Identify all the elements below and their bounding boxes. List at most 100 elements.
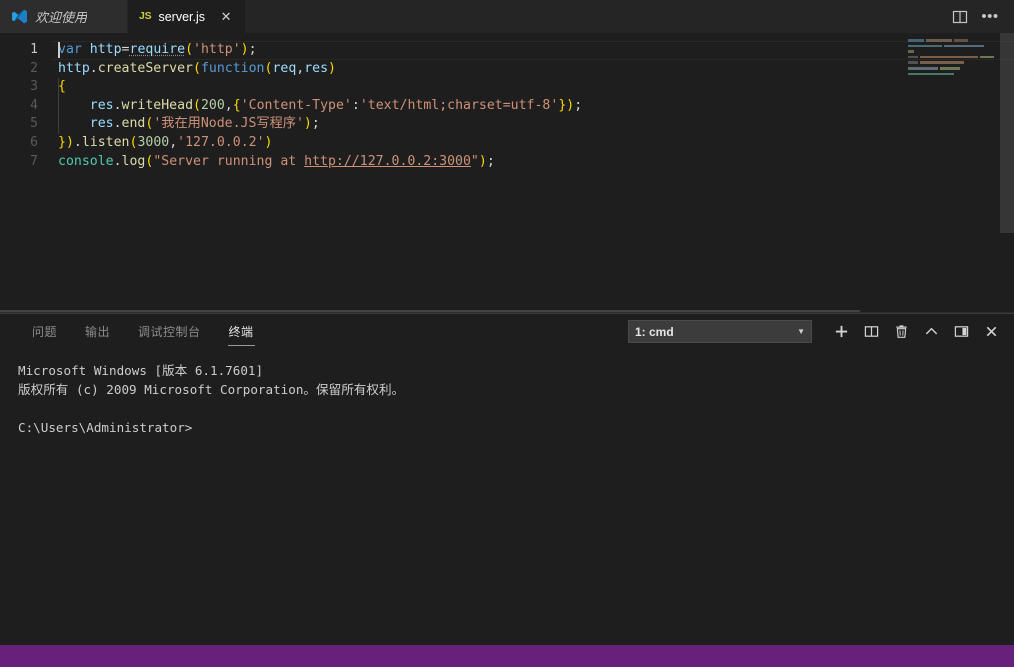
code-token: . (113, 153, 122, 169)
minimap-row (906, 61, 1000, 65)
code-token: = (121, 42, 130, 57)
js-file-icon: JS (139, 10, 152, 23)
terminal-selector-value: 1: cmd (635, 324, 674, 339)
code-token: http (89, 42, 122, 57)
code-line[interactable]: var http=require('http'); (52, 41, 1014, 60)
code-content[interactable]: var http=require('http'); http. createServ… (52, 33, 1014, 313)
code-token: ) (65, 134, 74, 150)
status-bar[interactable] (0, 645, 1014, 667)
minimap-segment (926, 39, 952, 42)
minimap-row (906, 50, 1000, 54)
tab-bar-spacer (246, 0, 946, 33)
code-token: { (58, 79, 66, 95)
text-cursor (58, 42, 60, 58)
code-token: http://127.0.0.2:3000 (304, 153, 471, 169)
more-actions-button[interactable]: ••• (976, 0, 1004, 33)
code-token: createServer (97, 60, 193, 76)
split-editor-button[interactable] (946, 0, 974, 33)
panel-tab-0[interactable]: 问题 (18, 314, 71, 349)
minimap-row (906, 72, 1000, 77)
code-line[interactable]: res.end('我在用Node.JS写程序'); (52, 115, 1014, 134)
code-token: . (113, 116, 122, 132)
new-terminal-button[interactable] (826, 319, 856, 345)
code-line[interactable]: http.createServer(function(req,res) (52, 60, 1014, 79)
code-token: res (89, 116, 114, 132)
panel-tab-list: 问题 输出 调试控制台 终端 (18, 314, 268, 349)
code-token: log (121, 153, 146, 169)
close-panel-button[interactable] (976, 319, 1006, 345)
minimap-segment (908, 55, 918, 59)
code-token: . (113, 97, 122, 113)
line-number: 4 (30, 97, 38, 113)
code-editor[interactable]: 1234567 var http=require('http'); http.cr… (0, 33, 1014, 313)
code-line[interactable]: res.writeHead(200,{'Content-Type':'text/… (52, 96, 1014, 116)
code-token: , (224, 97, 233, 113)
minimap-segment (908, 61, 918, 64)
editor-minimap[interactable] (906, 39, 1000, 99)
code-token: 3000 (137, 134, 170, 150)
indent-guide (58, 78, 59, 97)
editor-tab-label: 欢迎使用 (35, 10, 88, 25)
code-token: '127.0.0.2' (177, 134, 265, 150)
chevron-down-icon: ▼ (797, 327, 805, 336)
code-token: ; (248, 42, 257, 57)
panel-tab-3[interactable]: 终端 (215, 314, 268, 349)
code-token: 'text/html;charset=utf-8' (359, 97, 559, 113)
editor-tab-welcome[interactable]: 欢迎使用 ✕ (0, 0, 129, 33)
minimap-row (906, 66, 1000, 71)
minimap-segment (944, 44, 984, 48)
code-token: ) (478, 153, 487, 169)
code-token: writeHead (121, 97, 194, 113)
toggle-panel-layout-button[interactable] (946, 319, 976, 345)
code-token: function (200, 60, 265, 76)
minimap-row (906, 55, 1000, 60)
code-token: ; (574, 97, 583, 113)
line-number-gutter: 1 2 3 4 5 6 7 (0, 33, 52, 313)
code-token: listen (81, 134, 130, 150)
code-token: , (169, 134, 178, 150)
vscode-logo-icon (11, 8, 28, 25)
code-token: { (232, 97, 241, 113)
line-number: 3 (30, 79, 38, 95)
code-token: " (470, 153, 479, 169)
vscode-window: 欢迎使用 ✕ JS server.js ✕ ••• 1 2 3 4 5 6 7 var ht… (0, 0, 1014, 667)
tab-close-icon[interactable]: ✕ (218, 9, 234, 25)
panel-tab-2[interactable]: 调试控制台 (124, 314, 215, 349)
scrollbar-thumb[interactable] (1000, 33, 1014, 233)
editor-vertical-scrollbar[interactable] (1000, 33, 1014, 313)
code-token: ) (303, 116, 312, 132)
minimap-segment (908, 50, 914, 53)
minimap-segment (908, 66, 938, 70)
terminal-line: Microsoft Windows [版本 6.1.7601] (18, 363, 264, 378)
code-token: var (58, 42, 82, 57)
code-token: require (129, 42, 186, 57)
minimap-segment (908, 72, 954, 76)
editor-tab-bar: 欢迎使用 ✕ JS server.js ✕ ••• (0, 0, 1014, 33)
code-line[interactable]: console.log("Server running at http://12… (52, 153, 1014, 172)
minimap-segment (940, 66, 960, 70)
maximize-panel-button[interactable] (916, 319, 946, 345)
line-number: 2 (30, 60, 38, 76)
kill-terminal-button[interactable] (886, 319, 916, 345)
terminal-selector-dropdown[interactable]: 1: cmd ▼ (628, 320, 812, 343)
ellipsis-icon: ••• (981, 8, 999, 25)
code-line[interactable]: { (52, 78, 1014, 97)
editor-divider (0, 312, 1014, 313)
code-line[interactable]: }).listen(3000,'127.0.0.2') (52, 134, 1014, 153)
panel-actions: 1: cmd ▼ (628, 319, 1014, 345)
panel-tab-1[interactable]: 输出 (71, 314, 124, 349)
code-token: ( (185, 42, 194, 57)
code-token: ( (193, 60, 201, 76)
editor-tab-server-js[interactable]: JS server.js ✕ (128, 0, 247, 33)
code-token: req (272, 60, 297, 76)
code-token: ; (311, 116, 320, 132)
terminal-output[interactable]: Microsoft Windows [版本 6.1.7601] 版权所有 (c) … (0, 349, 1014, 645)
split-terminal-button[interactable] (856, 319, 886, 345)
code-token: ) (328, 60, 336, 76)
line-number: 6 (30, 134, 38, 150)
minimap-segment (920, 61, 964, 64)
line-number: 5 (30, 116, 38, 132)
